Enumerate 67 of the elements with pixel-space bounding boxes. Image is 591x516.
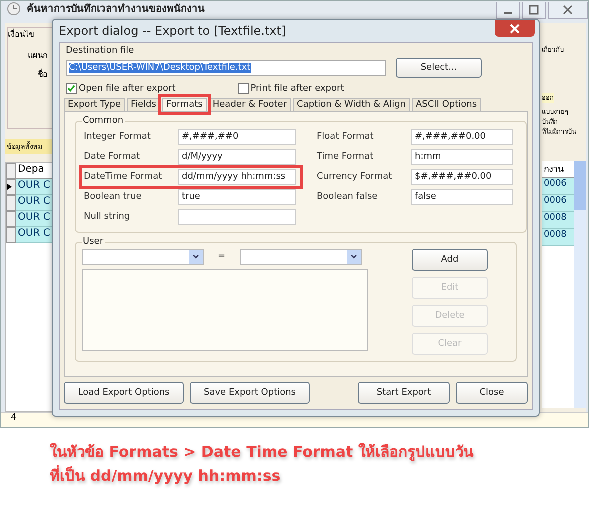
table-cell: 0008 — [542, 212, 574, 229]
group-title: Common — [82, 116, 125, 126]
form-label: เงื่อนไข — [8, 28, 35, 41]
tab[interactable]: Export Type — [64, 98, 125, 111]
maximize-icon — [529, 5, 539, 15]
select-button[interactable]: Select... — [396, 58, 482, 78]
field-label: Destination file — [66, 46, 136, 56]
text-field[interactable]: false — [411, 189, 513, 205]
table-cell: 0006 — [542, 195, 574, 212]
window-title: ค้นหาการบันทึกเวลาทำงานของพนักงาน — [27, 2, 205, 17]
close-button[interactable] — [548, 2, 588, 19]
minimize-icon — [504, 12, 512, 14]
table-cell: OUR C — [16, 179, 54, 195]
text-field[interactable]: $#,###,##0.00 — [411, 169, 513, 185]
table-cell: 0006 — [542, 178, 574, 195]
dropdown[interactable] — [82, 249, 204, 265]
text-field[interactable]: true — [178, 189, 296, 205]
table-cell: OUR C — [16, 211, 54, 227]
form-label: แผนก — [28, 50, 49, 62]
dialog-title: Export dialog -- Export to [Textfile.txt] — [59, 24, 286, 38]
instruction-caption: ในหัวข้อ Formats > Date Time Format ให้เลือกรูปแบบวัน ที่เป็น dd/mm/yyyy hh:mm:ss — [50, 442, 474, 487]
text-field[interactable]: dd/mm/yyyy hh:mm:ss — [178, 169, 296, 185]
action-button[interactable]: Add — [412, 249, 488, 271]
dialog-button[interactable]: Save Export Options — [190, 382, 310, 404]
field-label: Date Format — [84, 152, 142, 162]
text-field[interactable]: #,###,##0 — [178, 129, 296, 145]
tab[interactable]: ASCII Options — [412, 98, 482, 111]
field-label: Currency Format — [317, 172, 394, 182]
table-cell: 0008 — [542, 229, 574, 246]
list-box[interactable] — [82, 269, 368, 351]
field-label: Time Format — [317, 152, 375, 162]
dialog-button[interactable]: Start Export — [358, 382, 450, 404]
group-title: User — [82, 237, 105, 247]
text-field[interactable]: #,###,##0.00 — [411, 129, 513, 145]
tab[interactable]: Fields — [127, 98, 160, 111]
tab[interactable]: Header & Footer — [208, 98, 292, 111]
chevron-down-icon — [350, 253, 358, 261]
minimize-button[interactable] — [496, 2, 520, 19]
equals-sign: = — [218, 252, 226, 262]
row-pointer-icon — [7, 183, 12, 191]
field-label: Boolean false — [317, 192, 379, 202]
field-label: DateTime Format — [84, 172, 164, 182]
table-cell: OUR C — [16, 227, 54, 243]
field-label: Float Format — [317, 132, 375, 142]
close-button[interactable] — [495, 20, 535, 37]
checkbox[interactable]: Print file after export — [238, 83, 344, 94]
file-path-field[interactable]: C:\Users\USER-WIN7\Desktop\Textfile.txt — [66, 60, 386, 76]
checkbox[interactable]: Open file after export — [66, 83, 176, 94]
maximize-button[interactable] — [522, 2, 546, 19]
dropdown[interactable] — [240, 249, 362, 265]
dialog-button[interactable]: Load Export Options — [64, 382, 184, 404]
close-icon — [563, 5, 573, 15]
field-label: Null string — [84, 212, 132, 222]
status-text: 4 — [11, 413, 17, 423]
text-field[interactable]: h:mm — [411, 149, 513, 165]
close-icon — [510, 24, 520, 34]
form-label: ชื่อ — [38, 68, 49, 81]
table-cell: OUR C — [16, 195, 54, 211]
field-label: Boolean true — [84, 192, 143, 202]
dialog-button[interactable]: Close — [456, 382, 528, 404]
text-field[interactable]: d/M/yyyy — [178, 149, 296, 165]
text-field[interactable] — [178, 209, 296, 225]
field-label: Integer Format — [84, 132, 152, 142]
checkmark-icon — [67, 84, 76, 93]
scrollbar[interactable] — [574, 161, 586, 408]
chevron-down-icon — [192, 253, 200, 261]
tab[interactable]: Caption & Width & Align — [293, 98, 410, 111]
